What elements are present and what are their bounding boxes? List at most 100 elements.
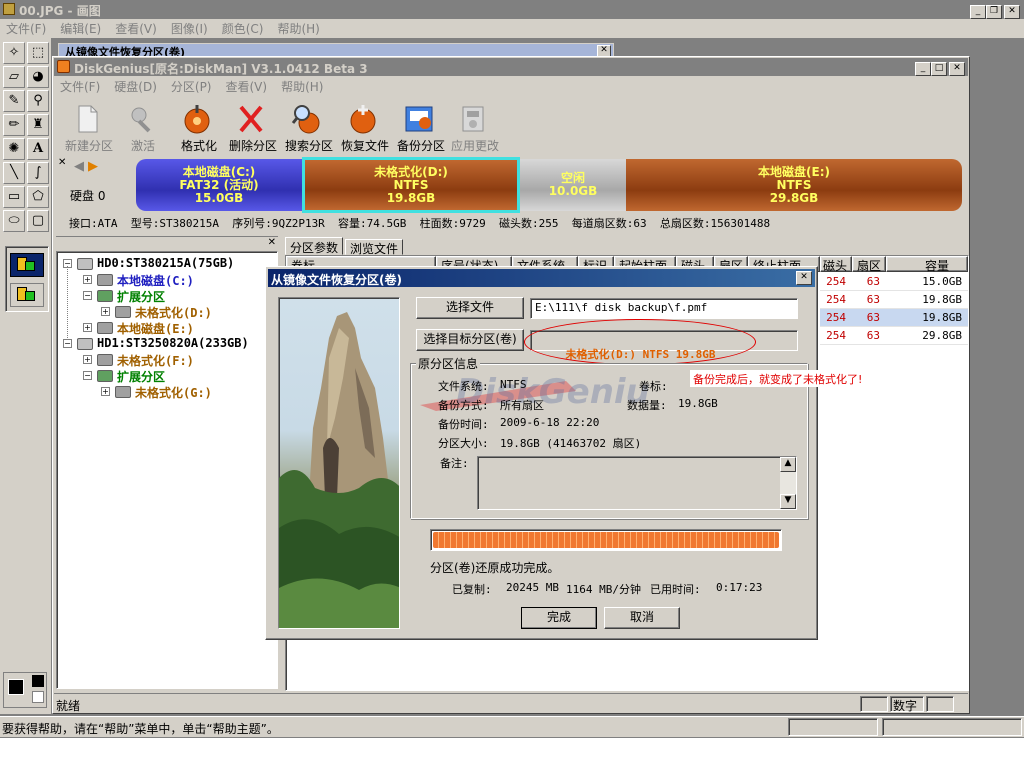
dg-menu-file[interactable]: 文件(F) <box>60 78 100 95</box>
note-label: 备注: <box>440 457 469 470</box>
tree-node[interactable]: 扩展分区 <box>117 368 165 385</box>
free-select-icon[interactable]: ✧ <box>3 42 25 64</box>
select-file-button[interactable]: 选择文件 <box>416 297 524 319</box>
note-textarea[interactable]: ▲ ▼ <box>477 456 797 510</box>
paint-restore-button[interactable]: ❐ <box>986 5 1002 19</box>
tree-node[interactable]: HD1:ST3250820A(233GB) <box>97 336 249 350</box>
dg-status-numlock: 数字 <box>890 696 924 713</box>
row-sector: 63 <box>866 293 880 306</box>
tool-option-2-icon[interactable] <box>10 283 44 307</box>
recover-files-button[interactable]: 恢复文件 <box>333 99 397 161</box>
select-target-partition-button[interactable]: 选择目标分区(卷) <box>416 329 524 351</box>
tree-node[interactable]: 扩展分区 <box>117 288 165 305</box>
fill-icon[interactable]: ◕ <box>27 66 49 88</box>
collapse-node-icon[interactable]: − <box>83 371 92 380</box>
free-space-segment[interactable]: 空闲 10.0GB <box>520 159 626 211</box>
curve-icon[interactable]: ∫ <box>27 162 49 184</box>
expand-node-icon[interactable]: + <box>101 387 110 396</box>
dg-close-button[interactable]: ✕ <box>949 62 965 76</box>
collapse-node-icon[interactable]: − <box>63 339 72 348</box>
rect-select-icon[interactable]: ⬚ <box>27 42 49 64</box>
tree-panel-header: ✕ <box>56 236 278 250</box>
paint-menu-colors[interactable]: 颜色(C) <box>222 20 264 37</box>
apply-changes-button[interactable]: 应用更改 <box>443 99 507 161</box>
tree-node[interactable]: 未格式化(D:) <box>135 304 212 321</box>
search-partition-button[interactable]: 搜索分区 <box>277 99 341 161</box>
expand-node-icon[interactable]: + <box>83 275 92 284</box>
close-diskmap-icon[interactable]: ✕ <box>58 157 66 168</box>
text-icon[interactable]: A <box>27 138 49 160</box>
diskgenius-app-icon <box>57 60 70 73</box>
file-path-input[interactable]: E:\111\f disk backup\f.pmf <box>530 298 798 319</box>
rounded-rect-icon[interactable]: ▢ <box>27 210 49 232</box>
eraser-icon[interactable]: ▱ <box>3 66 25 88</box>
prev-disk-arrow-icon[interactable]: ◀ <box>74 159 84 174</box>
close-tree-icon[interactable]: ✕ <box>268 237 276 248</box>
partition-e-size: 29.8GB <box>769 191 819 205</box>
restore-progress-fill <box>433 532 779 548</box>
paint-menu-file[interactable]: 文件(F) <box>6 20 46 37</box>
dg-minimize-button[interactable]: _ <box>915 62 931 76</box>
line-icon[interactable]: ╲ <box>3 162 25 184</box>
paint-app-icon <box>3 3 15 15</box>
partition-size-value: 19.8GB (41463702 扇区) <box>500 437 642 450</box>
tree-node[interactable]: 本地磁盘(E:) <box>117 320 194 337</box>
tree-node[interactable]: 未格式化(G:) <box>135 384 212 401</box>
restore-progress-bar <box>430 529 782 551</box>
paint-menu-image[interactable]: 图像(I) <box>171 20 208 37</box>
rectangle-icon[interactable]: ▭ <box>3 186 25 208</box>
note-scrollbar[interactable]: ▲ ▼ <box>780 457 796 509</box>
table-row[interactable]: 254 63 19.8GB <box>820 291 968 309</box>
ellipse-icon[interactable]: ⬭ <box>3 210 25 232</box>
paint-menu-edit[interactable]: 编辑(E) <box>60 20 101 37</box>
pencil-icon[interactable]: ✏ <box>3 114 25 136</box>
table-row-selected[interactable]: 254 63 19.8GB <box>820 309 968 327</box>
partition-c-segment[interactable]: 本地磁盘(C:) FAT32 (活动) 15.0GB <box>136 159 302 211</box>
col-capacity[interactable]: 容量 <box>886 256 968 272</box>
scroll-up-icon[interactable]: ▲ <box>780 457 796 472</box>
partition-e-segment[interactable]: 本地磁盘(E:) NTFS 29.8GB <box>626 159 962 211</box>
finish-button[interactable]: 完成 <box>521 607 597 629</box>
tree-node[interactable]: HD0:ST380215A(75GB) <box>97 256 234 270</box>
paint-close-button[interactable]: ✕ <box>1004 5 1020 19</box>
brush-icon[interactable]: ♜ <box>27 114 49 136</box>
expand-node-icon[interactable]: + <box>83 355 92 364</box>
table-row[interactable]: 254 63 29.8GB <box>820 327 968 345</box>
cancel-button[interactable]: 取消 <box>604 607 680 629</box>
restore-complete-message: 分区(卷)还原成功完成。 <box>430 561 560 575</box>
partition-icon <box>115 306 131 318</box>
tab-partition-params[interactable]: 分区参数 <box>285 237 344 255</box>
partition-icon <box>97 354 113 366</box>
tool-option-1-icon[interactable] <box>10 253 44 277</box>
expand-node-icon[interactable]: + <box>83 323 92 332</box>
color-picker-icon[interactable]: ✎ <box>3 90 25 112</box>
paint-minimize-button[interactable]: _ <box>970 5 986 19</box>
polygon-icon[interactable]: ⬠ <box>27 186 49 208</box>
col-end-head[interactable]: 磁头 <box>820 256 852 272</box>
paint-menu-help[interactable]: 帮助(H) <box>277 20 319 37</box>
tree-node[interactable]: 未格式化(F:) <box>117 352 194 369</box>
airbrush-icon[interactable]: ✺ <box>3 138 25 160</box>
dg-menu-disk[interactable]: 硬盘(D) <box>114 78 157 95</box>
paint-menu-view[interactable]: 查看(V) <box>115 20 157 37</box>
expand-node-icon[interactable]: + <box>101 307 110 316</box>
collapse-node-icon[interactable]: − <box>83 291 92 300</box>
dg-maximize-button[interactable]: □ <box>931 62 947 76</box>
current-colors-icon[interactable] <box>3 672 47 708</box>
tree-node[interactable]: 本地磁盘(C:) <box>117 272 194 289</box>
partition-d-segment[interactable]: 未格式化(D:) NTFS 19.8GB <box>302 157 520 213</box>
next-disk-arrow-icon[interactable]: ▶ <box>88 159 98 174</box>
partition-icon <box>97 274 113 286</box>
col-end-sector[interactable]: 扇区 <box>852 256 886 272</box>
magnifier-icon[interactable]: ⚲ <box>27 90 49 112</box>
scroll-down-icon[interactable]: ▼ <box>780 494 796 509</box>
dg-menu-view[interactable]: 查看(V) <box>226 78 268 95</box>
restore-dialog-close-button[interactable]: ✕ <box>796 271 812 285</box>
tab-browse-files[interactable]: 浏览文件 <box>345 239 404 256</box>
activate-button[interactable]: 激活 <box>111 99 175 161</box>
dg-menu-help[interactable]: 帮助(H) <box>281 78 323 95</box>
rock-landscape-picture <box>279 312 399 628</box>
dg-menu-partition[interactable]: 分区(P) <box>171 78 212 95</box>
delete-partition-button[interactable]: 删除分区 <box>221 99 285 161</box>
table-row[interactable]: 254 63 15.0GB <box>820 273 968 291</box>
